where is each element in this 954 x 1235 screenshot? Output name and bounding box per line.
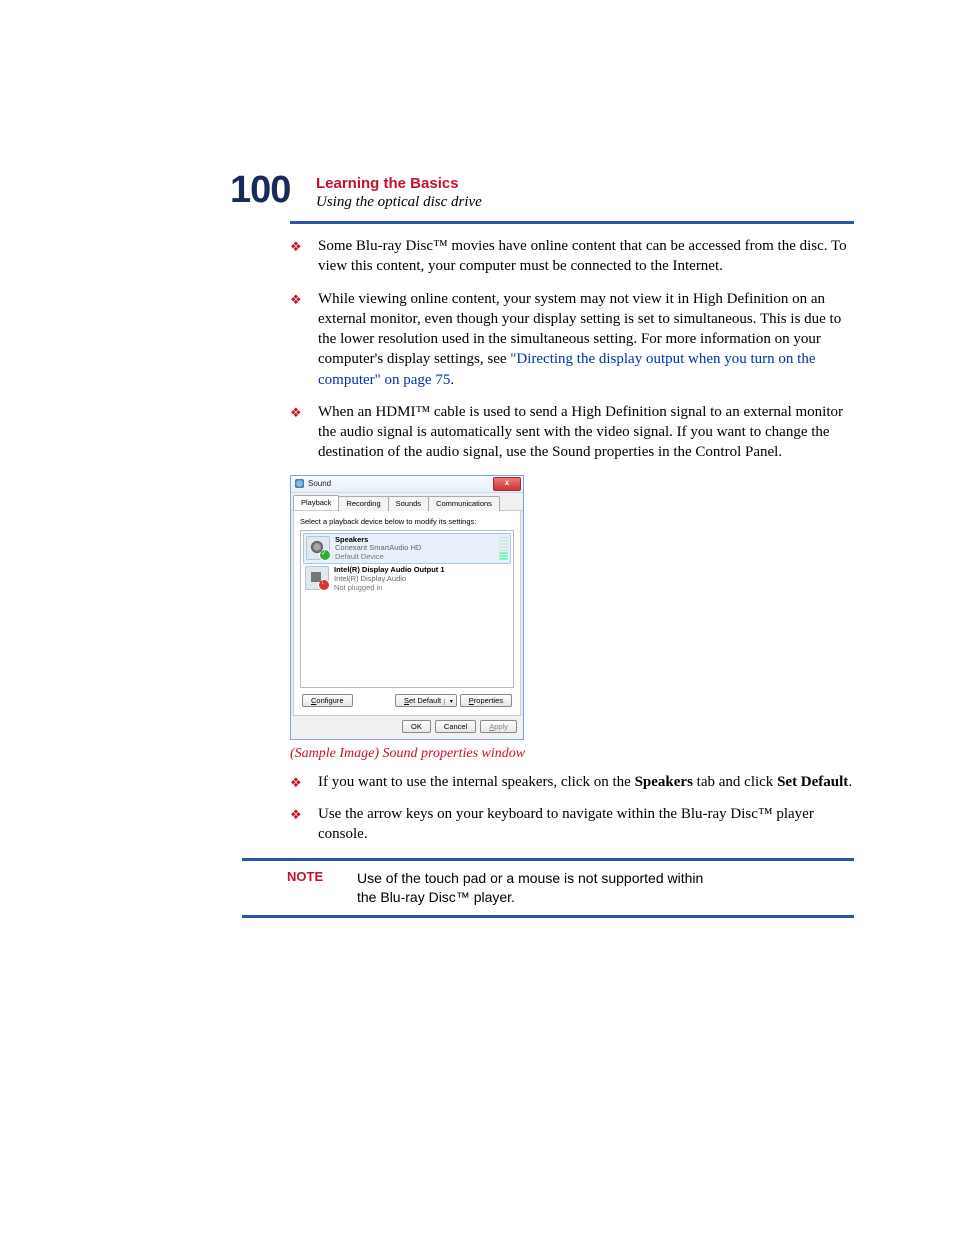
bullet-item: While viewing online content, your syste… — [290, 289, 854, 390]
bullet-text: If you want to use the internal speakers… — [318, 774, 635, 790]
device-item-speakers[interactable]: Speakers Conexant SmartAudio HD Default … — [303, 533, 511, 565]
bold-ui-term: Speakers — [635, 774, 693, 790]
bullet-text: . — [450, 372, 454, 388]
bullet-text: tab and click — [693, 774, 777, 790]
tab-sounds[interactable]: Sounds — [388, 496, 429, 511]
bullet-text: . — [848, 774, 852, 790]
device-status: Not plugged in — [334, 584, 445, 593]
apply-button[interactable]: Apply — [480, 720, 517, 733]
note-box: NOTE Use of the touch pad or a mouse is … — [242, 858, 854, 918]
dialog-button-row-2: OK Cancel Apply — [291, 716, 523, 739]
ok-button[interactable]: OK — [402, 720, 431, 733]
bullet-item: When an HDMI™ cable is used to send a Hi… — [290, 402, 854, 463]
figure-caption: (Sample Image) Sound properties window — [290, 746, 854, 762]
dialog-titlebar: Sound x — [291, 476, 523, 493]
configure-button[interactable]: Configure — [302, 694, 353, 707]
device-item-display-audio[interactable]: Intel(R) Display Audio Output 1 Intel(R)… — [303, 564, 511, 594]
section-title: Learning the Basics — [316, 175, 854, 192]
note-text: Use of the touch pad or a mouse is not s… — [357, 869, 717, 907]
dialog-title: Sound — [308, 479, 331, 488]
sound-dialog-image: Sound x Playback Recording Sounds Commun… — [290, 475, 524, 740]
set-default-button[interactable]: Set Default — [395, 694, 457, 707]
dialog-tabs: Playback Recording Sounds Communications — [291, 493, 523, 511]
bullet-item: Some Blu-ray Disc™ movies have online co… — [290, 236, 854, 277]
page-number: 100 — [230, 169, 290, 212]
tab-playback[interactable]: Playback — [293, 495, 339, 510]
tab-panel-playback: Select a playback device below to modify… — [293, 511, 521, 716]
bullet-text: Use the arrow keys on your keyboard to n… — [318, 806, 814, 842]
bullet-list-bottom: If you want to use the internal speakers… — [290, 772, 854, 845]
bullet-list-top: Some Blu-ray Disc™ movies have online co… — [290, 236, 854, 463]
device-list[interactable]: Speakers Conexant SmartAudio HD Default … — [300, 530, 514, 688]
bullet-text: Some Blu-ray Disc™ movies have online co… — [318, 238, 847, 274]
level-meter-icon — [499, 536, 508, 560]
section-subtitle: Using the optical disc drive — [316, 194, 854, 211]
check-icon — [319, 549, 331, 561]
cancel-button[interactable]: Cancel — [435, 720, 476, 733]
bullet-text: When an HDMI™ cable is used to send a Hi… — [318, 404, 843, 461]
bullet-item: Use the arrow keys on your keyboard to n… — [290, 804, 854, 845]
dialog-button-row-1: Configure Set Default Properties — [302, 694, 512, 707]
tab-recording[interactable]: Recording — [338, 496, 388, 511]
tab-communications[interactable]: Communications — [428, 496, 500, 511]
bullet-item: If you want to use the internal speakers… — [290, 772, 854, 792]
note-label: NOTE — [242, 869, 327, 907]
header-divider — [290, 221, 854, 224]
unplugged-icon — [318, 579, 330, 591]
bold-ui-term: Set Default — [777, 774, 848, 790]
speaker-icon — [306, 536, 330, 560]
sound-icon — [295, 479, 304, 488]
panel-instruction: Select a playback device below to modify… — [300, 517, 514, 526]
display-audio-icon — [305, 566, 329, 590]
page-header: 100 Learning the Basics Using the optica… — [230, 175, 854, 224]
device-status: Default Device — [335, 553, 421, 562]
close-button[interactable]: x — [493, 477, 521, 491]
properties-button[interactable]: Properties — [460, 694, 512, 707]
